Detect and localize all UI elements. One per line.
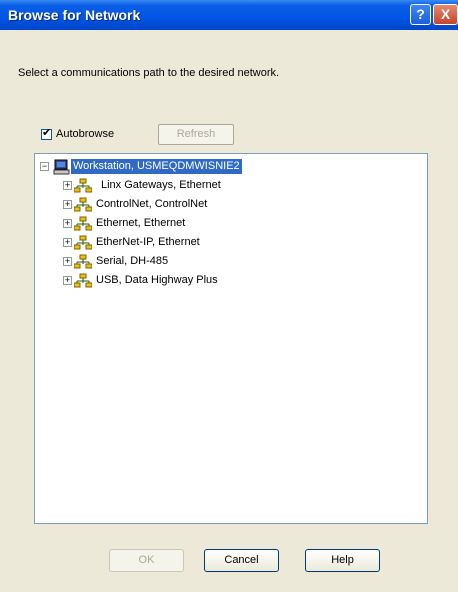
expand-icon[interactable]: + xyxy=(63,200,72,209)
ok-button[interactable]: OK xyxy=(109,549,184,572)
instruction-text: Select a communications path to the desi… xyxy=(18,67,280,79)
tree-node-label: Ethernet, Ethernet xyxy=(96,217,186,229)
expand-icon[interactable]: + xyxy=(63,181,72,190)
network-tree[interactable]: − Workstation, USMEQDMWISNIE2 + Linx Gat… xyxy=(34,153,428,524)
network-icon xyxy=(73,216,93,235)
tree-root-label[interactable]: Workstation, USMEQDMWISNIE2 xyxy=(71,159,242,174)
browse-for-network-dialog: Browse for Network ? X Select a communic… xyxy=(0,0,458,592)
autobrowse-label[interactable]: Autobrowse xyxy=(56,128,114,140)
refresh-button[interactable]: Refresh xyxy=(158,124,234,145)
autobrowse-checkbox[interactable]: ✔ xyxy=(41,127,52,140)
title-bar[interactable]: Browse for Network ? X xyxy=(0,0,458,30)
expand-icon[interactable]: + xyxy=(63,257,72,266)
expand-icon[interactable]: + xyxy=(63,219,72,228)
tree-node-label: Linx Gateways, Ethernet xyxy=(101,179,221,191)
expand-icon[interactable]: + xyxy=(63,276,72,285)
cancel-button[interactable]: Cancel xyxy=(204,549,279,572)
tree-node-label: EtherNet-IP, Ethernet xyxy=(96,236,200,248)
tree-node-label: USB, Data Highway Plus xyxy=(96,274,218,286)
network-icon xyxy=(73,178,93,197)
close-icon: X xyxy=(440,6,451,22)
network-icon xyxy=(73,197,93,216)
network-icon xyxy=(73,235,93,254)
help-button[interactable]: Help xyxy=(305,549,380,572)
question-icon: ? xyxy=(416,6,425,22)
tree-node-label: Serial, DH-485 xyxy=(96,255,169,267)
window-title: Browse for Network xyxy=(8,7,141,23)
collapse-icon[interactable]: − xyxy=(40,162,49,171)
close-button[interactable]: X xyxy=(433,4,458,25)
checkmark-icon: ✔ xyxy=(42,127,52,139)
help-title-button[interactable]: ? xyxy=(410,4,431,25)
computer-icon xyxy=(53,159,70,178)
expand-icon[interactable]: + xyxy=(63,238,72,247)
network-icon xyxy=(73,254,93,273)
network-icon xyxy=(73,273,93,292)
tree-node-label: ControlNet, ControlNet xyxy=(96,198,208,210)
